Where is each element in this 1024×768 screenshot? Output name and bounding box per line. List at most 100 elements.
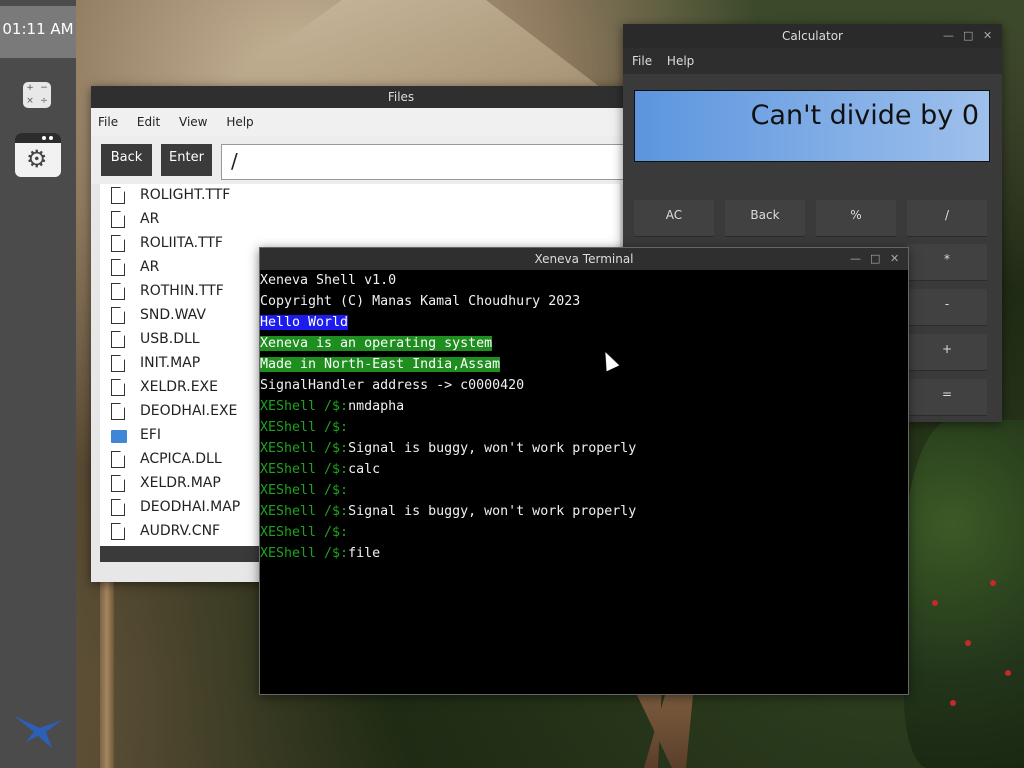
terminal-line: XEShell /$:: [260, 522, 908, 543]
file-name: ROTHIN.TTF: [140, 283, 224, 299]
files-menu-view[interactable]: View: [172, 108, 215, 136]
divide-glyph: ÷: [40, 96, 48, 106]
shell-prompt: XEShell /$:: [260, 546, 349, 561]
terminal-line: Made in North-East India,Assam: [260, 354, 908, 375]
terminal-line: XEShell /$:calc: [260, 459, 908, 480]
file-icon: [111, 283, 125, 300]
terminal-title: Xeneva Terminal: [534, 252, 634, 266]
file-name: AR: [140, 211, 160, 227]
file-name: USB.DLL: [140, 331, 200, 347]
files-menu-file[interactable]: File: [91, 108, 126, 136]
terminal-line: XEShell /$:file: [260, 543, 908, 564]
taskbar: 01:11 AM + − × ÷ ⚙: [0, 0, 76, 768]
percent-button[interactable]: %: [816, 200, 896, 237]
files-menu-help[interactable]: Help: [219, 108, 261, 136]
shell-prompt: XEShell /$:: [260, 525, 349, 540]
plus-button[interactable]: +: [907, 334, 987, 371]
file-name: ROLIGHT.TTF: [140, 187, 231, 203]
terminal-line: Xeneva is an operating system: [260, 333, 908, 354]
divide-button[interactable]: /: [907, 200, 987, 237]
terminal-text: Signal is buggy, won't work properly: [348, 504, 637, 519]
gear-icon: ⚙: [26, 145, 48, 173]
maximize-icon[interactable]: □: [963, 24, 973, 48]
times-glyph: ×: [26, 96, 34, 106]
minus-button[interactable]: -: [907, 289, 987, 326]
enter-button[interactable]: Enter: [161, 144, 212, 176]
terminal-line: XEShell /$:nmdapha: [260, 396, 908, 417]
file-name: XELDR.EXE: [140, 379, 218, 395]
file-name: AR: [140, 259, 160, 275]
background-flower: [932, 600, 938, 606]
calculator-titlebar[interactable]: Calculator — □ ✕: [623, 24, 1002, 48]
settings-icon-titlebar: [15, 133, 61, 143]
terminal-text: Copyright (C) Manas Kamal Choudhury 2023: [260, 294, 581, 309]
file-icon: [111, 499, 125, 516]
files-menubar: File Edit View Help: [91, 108, 711, 136]
file-icon: [111, 307, 125, 324]
minimize-icon[interactable]: —: [943, 24, 954, 48]
calculator-title: Calculator: [782, 29, 843, 43]
file-icon: [111, 379, 125, 396]
file-list-item[interactable]: AR: [100, 208, 620, 232]
shell-prompt: XEShell /$:: [260, 441, 349, 456]
back-button-calc[interactable]: Back: [725, 200, 805, 237]
equals-button[interactable]: =: [907, 379, 987, 416]
back-button[interactable]: Back: [101, 144, 152, 176]
terminal-line: XEShell /$:: [260, 480, 908, 501]
file-name: SND.WAV: [140, 307, 206, 323]
calculator-menubar: File Help: [623, 48, 1002, 74]
terminal-line: Hello World: [260, 312, 908, 333]
terminal-line: SignalHandler address -> c0000420: [260, 375, 908, 396]
plus-glyph: +: [26, 83, 34, 93]
background-flower: [990, 580, 996, 586]
background-flower: [965, 640, 971, 646]
file-list-item[interactable]: ROLIGHT.TTF: [100, 184, 620, 208]
file-icon: [111, 523, 125, 540]
files-toolbar: Back Enter /: [91, 136, 711, 184]
background-person: [637, 695, 693, 768]
settings-icon-dot: [42, 136, 46, 140]
terminal-output[interactable]: Xeneva Shell v1.0 Copyright (C) Manas Kam…: [260, 270, 908, 564]
files-menu-edit[interactable]: Edit: [130, 108, 168, 136]
terminal-text: calc: [348, 462, 381, 477]
terminal-text: Hello World: [260, 315, 349, 330]
multiply-button[interactable]: *: [907, 244, 987, 281]
file-icon: [111, 187, 125, 204]
terminal-line: XEShell /$:Signal is buggy, won't work p…: [260, 501, 908, 522]
settings-app-icon[interactable]: ⚙: [15, 133, 61, 177]
shell-prompt: XEShell /$:: [260, 399, 349, 414]
background-tree: [904, 420, 1024, 768]
folder-icon: [111, 430, 127, 443]
background-flower: [1005, 670, 1011, 676]
shell-prompt: XEShell /$:: [260, 504, 349, 519]
shell-prompt: XEShell /$:: [260, 420, 349, 435]
path-input[interactable]: /: [221, 144, 652, 180]
terminal-titlebar[interactable]: Xeneva Terminal — □ ✕: [260, 248, 908, 270]
terminal-text: Signal is buggy, won't work properly: [348, 441, 637, 456]
file-name: XELDR.MAP: [140, 475, 221, 491]
ac-button[interactable]: AC: [634, 200, 714, 237]
terminal-text: Made in North-East India,Assam: [260, 357, 501, 372]
calc-menu-help[interactable]: Help: [658, 48, 696, 74]
close-icon[interactable]: ✕: [983, 24, 992, 48]
files-titlebar[interactable]: Files: [91, 86, 711, 108]
file-name: DEODHAI.EXE: [140, 403, 238, 419]
file-name: AUDRV.CNF: [140, 523, 221, 539]
calculator-display: Can't divide by 0: [634, 90, 990, 162]
calc-menu-file[interactable]: File: [623, 48, 654, 74]
file-name: ROLIITA.TTF: [140, 235, 223, 251]
file-icon: [111, 331, 125, 348]
xeneva-logo-icon[interactable]: [12, 710, 64, 750]
calculator-app-icon[interactable]: + − × ÷: [23, 82, 51, 108]
close-icon[interactable]: ✕: [890, 248, 899, 270]
file-icon: [111, 235, 125, 252]
file-icon: [111, 355, 125, 372]
background-flower: [950, 700, 956, 706]
maximize-icon[interactable]: □: [870, 248, 880, 270]
terminal-text: Xeneva Shell v1.0: [260, 273, 397, 288]
file-icon: [111, 211, 125, 228]
file-icon: [111, 403, 125, 420]
terminal-window: Xeneva Terminal — □ ✕ Xeneva Shell v1.0 C…: [259, 247, 909, 695]
minimize-icon[interactable]: —: [850, 248, 861, 270]
shell-prompt: XEShell /$:: [260, 483, 349, 498]
